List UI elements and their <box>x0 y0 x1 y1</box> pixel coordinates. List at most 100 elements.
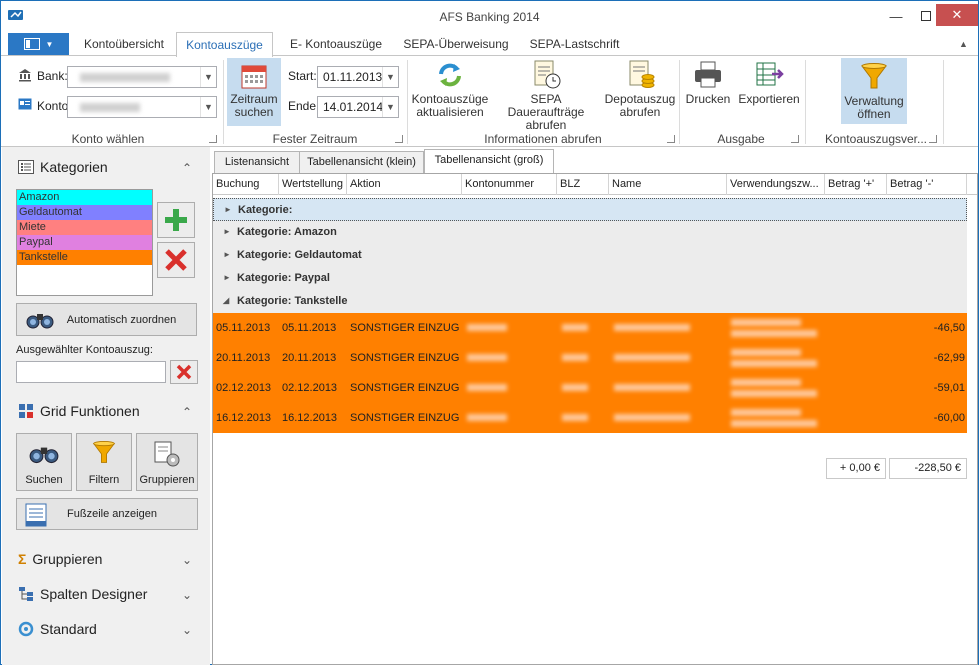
auto-assign-button[interactable]: Automatisch zuordnen <box>16 303 197 336</box>
delete-icon <box>165 249 187 271</box>
column-header-kontonummer[interactable]: Kontonummer <box>462 174 557 195</box>
group-launcher-icon[interactable] <box>929 135 937 143</box>
expand-arrow-icon: ► <box>224 205 232 214</box>
verwaltung-oeffnen-button[interactable]: Verwaltung öffnen <box>841 58 907 124</box>
group-launcher-icon[interactable] <box>209 135 217 143</box>
footer-toggle-label: Fußzeile anzeigen <box>67 508 157 520</box>
list-item[interactable]: Paypal <box>17 235 152 250</box>
add-category-button[interactable] <box>157 202 195 238</box>
chevron-down-icon[interactable]: ⌄ <box>182 623 192 637</box>
cell-wertstellung: 16.12.2013 <box>282 412 338 424</box>
filter-button[interactable]: Filtern <box>76 433 132 491</box>
window-title: AFS Banking 2014 <box>439 10 540 24</box>
tab-tabellenansicht-klein[interactable]: Tabellenansicht (klein) <box>299 151 424 173</box>
standard-section-header[interactable]: Standard <box>18 621 97 637</box>
konto-value-blurred <box>80 103 140 112</box>
exportieren-button[interactable]: Exportieren <box>737 60 801 116</box>
group-row[interactable]: ► Kategorie: <box>213 198 967 221</box>
tab-kontoauszuege[interactable]: Kontoauszüge <box>176 32 273 57</box>
cell-kontonummer-blurred <box>467 414 507 421</box>
table-row[interactable]: 16.12.2013 16.12.2013 SONSTIGER EINZUG -… <box>213 403 967 433</box>
grid-icon <box>19 404 33 418</box>
konto-select[interactable]: ▼ <box>67 96 217 118</box>
minimize-button[interactable]: — <box>880 1 912 31</box>
start-date-picker[interactable]: 01.11.2013 ▼ <box>317 66 399 88</box>
column-header-aktion[interactable]: Aktion <box>347 174 462 195</box>
group-row-label: Kategorie: Amazon <box>237 226 337 238</box>
group-row[interactable]: ► Kategorie: Amazon <box>213 221 967 244</box>
tab-tabellenansicht-gross[interactable]: Tabellenansicht (groß) <box>424 149 554 173</box>
column-header-buchung[interactable]: Buchung <box>213 174 279 195</box>
sepa-dauerauftraege-button[interactable]: SEPA Daueraufträge abrufen <box>493 60 599 132</box>
tab-sepa-ueberweisung[interactable]: SEPA-Überweisung <box>399 32 513 56</box>
group-row[interactable]: ◢ Kategorie: Tankstelle <box>213 290 967 313</box>
kategorien-header[interactable]: Kategorien <box>18 159 108 175</box>
group-button[interactable]: Gruppieren <box>136 433 198 491</box>
maximize-icon <box>921 11 931 21</box>
end-date-value: 14.01.2014 <box>323 100 384 114</box>
group-launcher-icon[interactable] <box>791 135 799 143</box>
close-window-button[interactable]: ✕ <box>936 4 978 26</box>
gruppieren-section-header[interactable]: Σ Gruppieren <box>18 551 102 567</box>
zeitraum-label-2: suchen <box>234 105 274 119</box>
column-header-blz[interactable]: BLZ <box>557 174 609 195</box>
kontoauszuege-aktualisieren-button[interactable]: Kontoauszüge aktualisieren <box>411 60 489 126</box>
zeitraum-suchen-button[interactable]: Zeitraum suchen <box>227 58 281 126</box>
cell-buchung: 20.11.2013 <box>216 352 271 364</box>
list-item[interactable]: Tankstelle <box>17 250 152 265</box>
spalten-designer-header[interactable]: Spalten Designer <box>18 586 147 602</box>
group-row[interactable]: ► Kategorie: Geldautomat <box>213 244 967 267</box>
file-menu-button[interactable]: ▼ <box>8 33 69 55</box>
calendar-icon <box>241 65 267 89</box>
chevron-up-icon[interactable]: ⌃ <box>182 161 192 175</box>
tab-e-kontoauszuege[interactable]: E- Kontoauszüge <box>287 32 385 56</box>
grid-funktionen-header[interactable]: Grid Funktionen <box>18 403 140 419</box>
chevron-down-icon[interactable]: ⌄ <box>182 588 192 602</box>
document-coins-icon <box>629 60 655 88</box>
chevron-up-icon[interactable]: ⌃ <box>182 405 192 419</box>
tab-sepa-lastschrift[interactable]: SEPA-Lastschrift <box>527 32 622 56</box>
list-item[interactable]: Miete <box>17 220 152 235</box>
column-header-betrag-minus[interactable]: Betrag '-' <box>887 174 967 195</box>
tab-listenansicht[interactable]: Listenansicht <box>214 151 300 173</box>
table-row[interactable]: 20.11.2013 20.11.2013 SONSTIGER EINZUG -… <box>213 343 967 373</box>
table-row[interactable]: 02.12.2013 02.12.2013 SONSTIGER EINZUG -… <box>213 373 967 403</box>
chevron-down-icon[interactable]: ⌄ <box>182 553 192 567</box>
delete-category-button[interactable] <box>157 242 195 278</box>
cell-verwendungszweck-blurred <box>731 390 817 397</box>
total-minus: -228,50 € <box>889 458 967 479</box>
bank-icon <box>19 69 31 82</box>
column-header-wertstellung[interactable]: Wertstellung <box>279 174 347 195</box>
cell-betrag-minus: -46,50 <box>933 322 965 334</box>
column-header-betrag-plus[interactable]: Betrag '+' <box>825 174 887 195</box>
cell-wertstellung: 20.11.2013 <box>282 352 337 364</box>
end-date-picker[interactable]: 14.01.2014 ▼ <box>317 96 399 118</box>
drucken-button[interactable]: Drucken <box>685 60 731 116</box>
table-row[interactable]: 05.11.2013 05.11.2013 SONSTIGER EINZUG -… <box>213 313 967 343</box>
group-row-label: Kategorie: Paypal <box>237 272 330 284</box>
bank-select[interactable]: ▼ <box>67 66 217 88</box>
group-launcher-icon[interactable] <box>395 135 403 143</box>
footer-toggle-button[interactable]: Fußzeile anzeigen <box>16 498 198 530</box>
dropdown-arrow-icon: ▼ <box>45 39 54 49</box>
footer-icon <box>25 503 47 527</box>
group-launcher-icon[interactable] <box>667 135 675 143</box>
column-header-verwendungszweck[interactable]: Verwendungszw... <box>727 174 825 195</box>
column-header-name[interactable]: Name <box>609 174 727 195</box>
selected-statement-field[interactable] <box>16 361 166 383</box>
cell-verwendungszweck-blurred <box>731 349 801 356</box>
list-item[interactable]: Amazon <box>17 190 152 205</box>
collapse-ribbon-icon[interactable]: ▲ <box>959 39 968 49</box>
list-item[interactable]: Geldautomat <box>17 205 152 220</box>
btn-label: Drucken <box>685 92 731 106</box>
minimize-icon: — <box>889 8 903 24</box>
category-list[interactable]: Amazon Geldautomat Miete Paypal Tankstel… <box>16 189 153 296</box>
export-icon <box>756 62 784 86</box>
tab-kontouebersicht[interactable]: Kontoübersicht <box>81 32 167 56</box>
binoculars-icon <box>26 314 54 329</box>
group-row[interactable]: ► Kategorie: Paypal <box>213 267 967 290</box>
clear-selection-button[interactable] <box>170 360 198 384</box>
search-button[interactable]: Suchen <box>16 433 72 491</box>
depotauszug-abrufen-button[interactable]: Depotauszug abrufen <box>603 60 677 126</box>
sigma-icon: Σ <box>18 551 27 567</box>
